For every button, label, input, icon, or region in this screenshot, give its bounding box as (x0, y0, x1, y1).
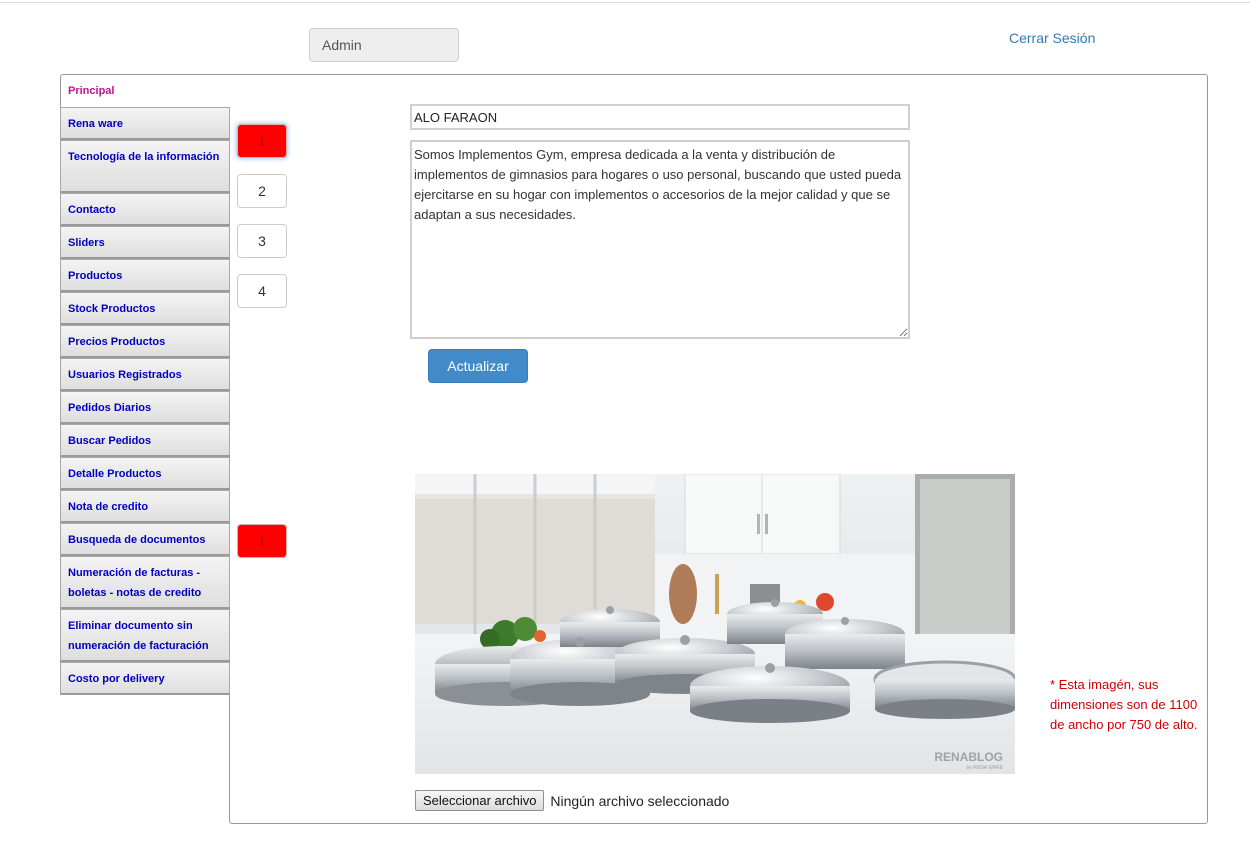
watermark-text: RENABLOG (934, 750, 1003, 764)
description-textarea[interactable]: Somos Implementos Gym, empresa dedicada … (410, 140, 910, 339)
sidebar-item-numeracion-facturas[interactable]: Numeración de facturas - boletas - notas… (60, 556, 230, 609)
sidebar-item-precios-productos[interactable]: Precios Productos (60, 325, 230, 358)
file-upload: Seleccionar archivo Ningún archivo selec… (415, 790, 729, 811)
top-divider (0, 2, 1250, 3)
file-status: Ningún archivo seleccionado (550, 792, 730, 809)
user-field: Admin (309, 28, 459, 62)
image-size-note: * Esta imagén, sus dimensiones son de 11… (1050, 677, 1198, 732)
sidebar-item-eliminar-documento[interactable]: Eliminar documento sin numeración de fac… (60, 609, 230, 662)
title-input[interactable] (410, 104, 910, 130)
sidebar-nav: Rena ware Tecnología de la información C… (60, 107, 230, 695)
product-image: RENABLOG by RENA WARE (415, 474, 1015, 774)
watermark-subtext: by RENA WARE (967, 765, 1004, 771)
sidebar-item-costo-delivery[interactable]: Costo por delivery (60, 662, 230, 695)
tab-principal[interactable]: Principal (60, 74, 231, 107)
sidebar-item-sliders[interactable]: Sliders (60, 226, 230, 259)
page-button-1[interactable]: 1 (237, 124, 287, 158)
sidebar-item-contacto[interactable]: Contacto (60, 193, 230, 226)
logout-link[interactable]: Cerrar Sesión (1009, 30, 1095, 46)
sidebar-item-stock-productos[interactable]: Stock Productos (60, 292, 230, 325)
sidebar-item-tecnologia[interactable]: Tecnología de la información (60, 140, 230, 193)
page-button-2[interactable]: 2 (237, 174, 287, 208)
sidebar-item-rena-ware[interactable]: Rena ware (60, 107, 230, 140)
sidebar-item-pedidos-diarios[interactable]: Pedidos Diarios (60, 391, 230, 424)
sidebar-item-busqueda-documentos[interactable]: Busqueda de documentos (60, 523, 230, 556)
page-button-3[interactable]: 3 (237, 224, 287, 258)
sidebar-item-nota-credito[interactable]: Nota de credito (60, 490, 230, 523)
sidebar-item-detalle-productos[interactable]: Detalle Productos (60, 457, 230, 490)
image-page-button-1[interactable]: 1 (237, 524, 287, 558)
sidebar-item-productos[interactable]: Productos (60, 259, 230, 292)
choose-file-button[interactable]: Seleccionar archivo (415, 790, 545, 811)
page-button-4[interactable]: 4 (237, 274, 287, 308)
update-button[interactable]: Actualizar (428, 349, 528, 383)
sidebar-item-usuarios-registrados[interactable]: Usuarios Registrados (60, 358, 230, 391)
sidebar-item-buscar-pedidos[interactable]: Buscar Pedidos (60, 424, 230, 457)
